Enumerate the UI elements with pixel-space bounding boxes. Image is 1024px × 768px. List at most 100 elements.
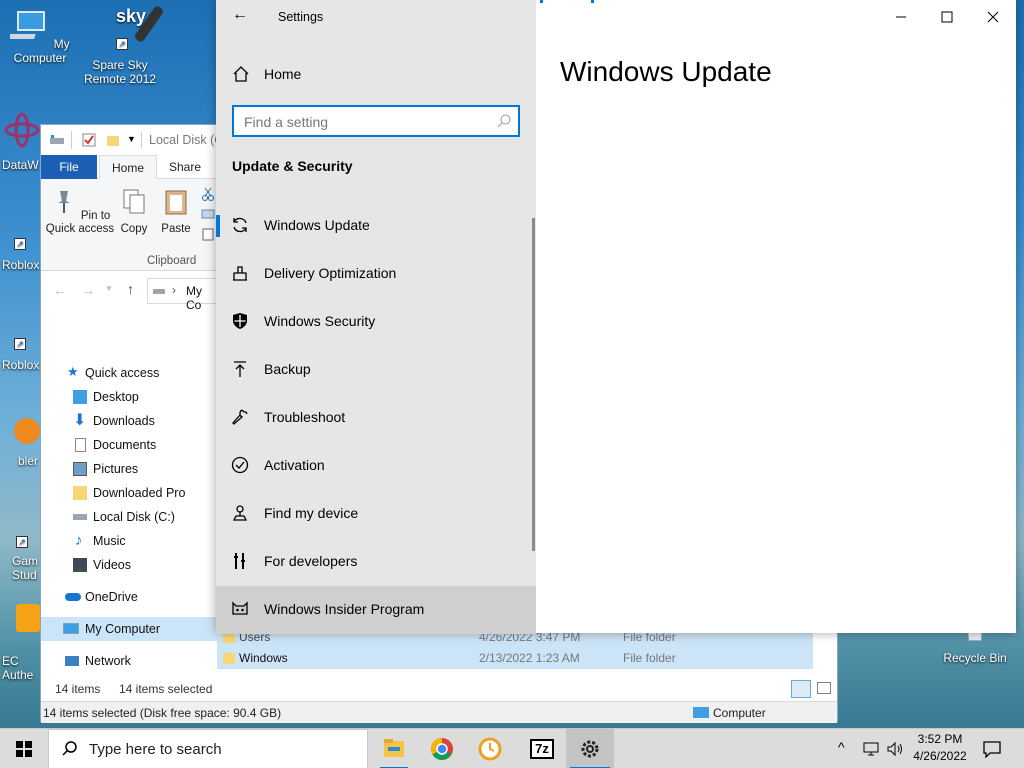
tab-share[interactable]: Share [157,155,213,179]
up-arrow-icon[interactable]: ↑ [127,281,134,297]
copy-label: Copy [120,223,148,235]
settings-nav-label: Windows Insider Program [264,601,425,617]
maximize-button[interactable] [924,0,970,34]
back-arrow-icon[interactable]: ← [53,282,67,298]
cloud-icon [65,593,81,601]
start-button[interactable] [0,729,48,768]
chrome-icon [431,738,453,760]
copy-icon [123,189,145,214]
nav-item-onedrive[interactable]: OneDrive [55,585,231,609]
taskbar-app-7zip[interactable]: 7z [518,729,566,768]
computer-icon [153,289,165,294]
dot-decoration [591,0,594,3]
new-folder-icon[interactable] [105,132,121,148]
notification-center-icon[interactable] [982,740,1002,758]
network-status-icon[interactable] [862,741,880,757]
details-text: 14 items selected (Disk free space: 90.4… [43,706,282,720]
settings-section-title: Update & Security [232,158,353,174]
recent-locations-chevron-icon[interactable]: ▼ [105,284,113,293]
drive-icon [50,135,64,144]
pin-to-quick-access-button[interactable]: Pin to Quick access [45,187,115,236]
settings-nav-for-developers[interactable]: For developers [216,538,536,586]
desktop-icon-datawrangler[interactable]: DataW [2,110,42,172]
close-button[interactable] [970,0,1016,34]
tab-home[interactable]: Home [99,155,158,179]
customize-toolbar-chevron-icon[interactable]: ▼ [127,134,136,144]
settings-nav-windows-security[interactable]: Windows Security [216,298,536,346]
settings-nav-backup[interactable]: Backup [216,346,536,394]
developer-tools-icon [234,553,245,569]
nav-item-network[interactable]: Network [55,649,231,673]
item-count: 14 items [55,682,101,696]
address-bar[interactable]: › My Co [147,278,217,312]
7zip-icon: 7z [530,739,554,759]
tab-file[interactable]: File [41,155,97,179]
paste-shortcut-icon[interactable] [201,227,215,241]
desktop-icon-label: Spare Sky Remote 2012 [83,58,157,86]
minimize-button[interactable] [878,0,924,34]
folder-icon [223,653,235,664]
nav-item-quick-access[interactable]: ★ Quick access [55,361,231,385]
taskbar-clock[interactable]: 3:52 PM 4/26/2022 [908,731,972,765]
nav-label: Videos [93,558,131,572]
desktop-icon-my-computer[interactable]: My Computer [0,6,80,65]
nav-item-music[interactable]: ♪ Music [55,529,231,553]
nav-item-videos[interactable]: Videos [55,553,231,577]
back-arrow-icon[interactable]: ← [232,6,254,28]
nav-label: Desktop [93,390,139,404]
copy-button[interactable]: Copy [119,187,149,236]
title-divider [141,131,142,149]
properties-check-icon[interactable] [81,132,97,148]
settings-search-input[interactable] [244,113,484,131]
file-explorer-icon [384,739,404,757]
nav-label: My Computer [85,622,161,636]
clipboard-group-label: Clipboard [147,255,197,267]
show-hidden-icons-chevron-icon[interactable]: ^ [838,739,845,755]
taskbar-app-file-explorer[interactable] [370,729,418,768]
forward-arrow-icon[interactable]: → [81,282,95,298]
desktop-icon-label: bler [18,454,39,468]
videos-icon [73,558,87,572]
settings-search-box[interactable] [232,105,520,137]
ec-icon [16,604,40,632]
settings-nav-troubleshoot[interactable]: Troubleshoot [216,394,536,442]
details-view-icon[interactable] [791,680,811,698]
file-row-windows[interactable]: Windows 2/13/2022 1:23 AM File folder [217,648,813,669]
settings-gear-icon [581,740,599,758]
settings-nav-activation[interactable]: Activation [216,442,536,490]
desktop-icon-label: EC Authe [2,654,34,682]
taskbar-app-settings[interactable] [566,729,614,768]
settings-nav-windows-insider-program[interactable]: Windows Insider Program [216,586,536,634]
file-date: 2/13/2022 1:23 AM [479,651,580,665]
sidebar-scrollbar[interactable] [532,218,535,551]
nav-item-pictures[interactable]: Pictures 📌 [55,457,231,481]
nav-item-documents[interactable]: Documents 📌 [55,433,231,457]
nav-item-my-computer[interactable]: My Computer [41,617,231,641]
desktop-icon-spare-sky-remote[interactable]: sky ↗ Spare Sky Remote 2012 [78,4,165,86]
checkmark-circle-icon [231,456,249,474]
nav-item-downloads[interactable]: ⬇ Downloads 📌 [55,409,231,433]
paste-button[interactable]: Paste [159,187,193,236]
clock-date: 4/26/2022 [913,749,967,763]
settings-nav-find-my-device[interactable]: Find my device [216,490,536,538]
taskbar-app-chrome[interactable] [418,729,466,768]
nav-item-local-disk[interactable]: Local Disk (C:) [55,505,231,529]
desktop-icon-label: Roblox [2,358,40,372]
insider-cat-icon [232,601,248,615]
nav-item-desktop[interactable]: Desktop 📌 [55,385,231,409]
computer-icon [63,623,79,634]
settings-window[interactable]: ← Settings Home Update & Security Window… [216,0,1016,634]
large-icons-view-icon[interactable] [817,682,831,694]
nav-item-downloaded-programs[interactable]: Downloaded Pro 📌 [55,481,231,505]
taskbar-app-clock[interactable] [466,729,514,768]
settings-nav-delivery-optimization[interactable]: Delivery Optimization [216,250,536,298]
settings-nav-windows-update[interactable]: Windows Update [216,202,536,250]
current-indicator [216,215,220,237]
nav-label: Music [93,534,126,548]
cut-icon[interactable] [201,187,215,201]
taskbar-search-box[interactable]: Type here to search [48,729,368,768]
address-text: My Co [186,284,202,312]
volume-icon[interactable] [886,740,904,758]
desktop-icon-label: DataW [2,158,39,172]
copy-path-icon[interactable] [201,209,215,219]
